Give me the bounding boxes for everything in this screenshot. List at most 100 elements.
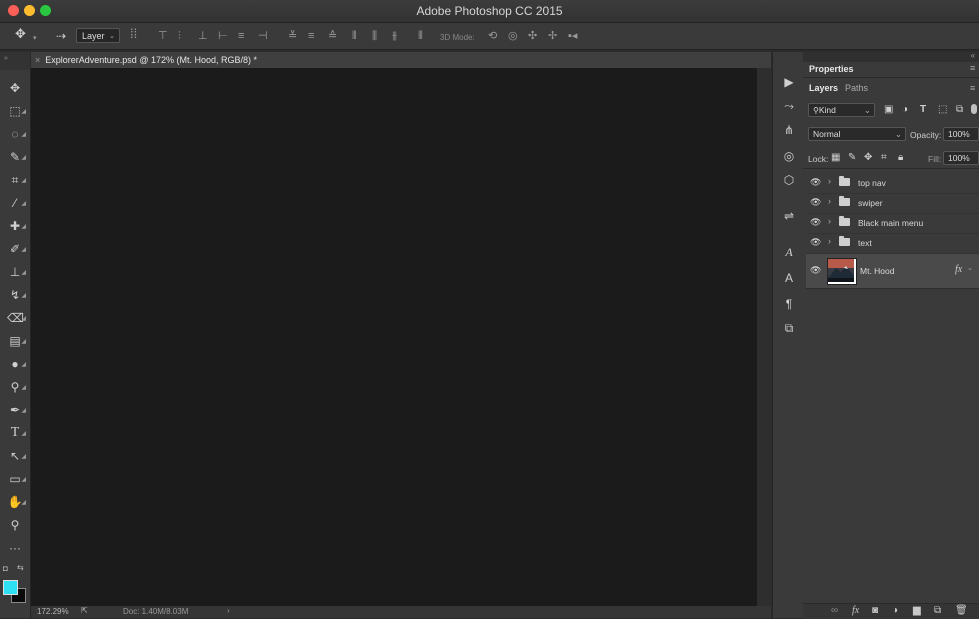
- properties-menu-icon[interactable]: ≡: [970, 63, 975, 73]
- layer-row-mt-hood[interactable]: 👁︎ Mt. Hood fx ⌄: [806, 254, 979, 289]
- collapse-panels-icon[interactable]: «: [971, 51, 975, 60]
- layers-menu-icon[interactable]: ≡: [970, 83, 975, 93]
- distribute-bottom-icon[interactable]: ≙: [328, 29, 337, 43]
- libraries-icon[interactable]: ◎: [781, 148, 797, 164]
- layer-row-text[interactable]: 👁︎ › text: [806, 233, 979, 254]
- visibility-eye-icon[interactable]: 👁︎: [810, 177, 821, 188]
- expand-group-chevron-icon[interactable]: ›: [828, 196, 831, 206]
- new-group-folder-icon[interactable]: ▆: [913, 605, 921, 616]
- vertical-scrollbar[interactable]: [757, 68, 771, 608]
- lock-pixels-icon[interactable]: ✎: [848, 152, 856, 164]
- distribute-right-icon[interactable]: ⫵: [392, 29, 397, 43]
- align-vcenter-icon[interactable]: ⫶: [178, 29, 181, 43]
- 3d-icon[interactable]: ⬡: [781, 172, 797, 188]
- eyedropper-tool-button[interactable]: ⁄ ◢: [7, 195, 26, 211]
- healing-brush-tool-button[interactable]: ✚ ◢: [7, 218, 26, 234]
- align-bottom-icon[interactable]: ⊥: [198, 29, 208, 43]
- zoom-tool-button[interactable]: ⚲: [7, 517, 23, 533]
- visibility-eye-icon[interactable]: 👁︎: [810, 265, 821, 276]
- path-select-tool-button[interactable]: ↖ ◢: [7, 448, 26, 464]
- new-adjustment-layer-icon[interactable]: ◑: [892, 605, 898, 616]
- dodge-tool-button[interactable]: ⚲ ◢: [7, 379, 26, 395]
- swap-colors-icon[interactable]: ⇆: [17, 563, 24, 572]
- paths-tab[interactable]: Paths: [845, 83, 868, 93]
- export-icon[interactable]: ⇱: [81, 606, 88, 615]
- status-menu-chevron-icon[interactable]: ›: [227, 606, 230, 615]
- 3d-scale-icon[interactable]: ▪◂: [568, 29, 577, 43]
- delete-layer-trash-icon[interactable]: 🗑︎: [955, 605, 968, 616]
- distribute-hcenter-icon[interactable]: ⫼: [372, 29, 377, 43]
- type-tool-button[interactable]: T ◢: [7, 425, 26, 441]
- add-mask-icon[interactable]: ◙: [872, 605, 878, 616]
- align-left-icon[interactable]: ⊢: [218, 29, 228, 43]
- toolbox-header[interactable]: »: [0, 52, 30, 70]
- lock-position-icon[interactable]: ✥: [864, 152, 872, 164]
- layer-row-black-main-menu[interactable]: 👁︎ › Black main menu: [806, 213, 979, 234]
- document-tab[interactable]: × ExplorerAdventure.psd @ 172% (Mt. Hood,…: [35, 52, 257, 68]
- stamp-tool-button[interactable]: ⊥ ◢: [7, 264, 26, 280]
- actions-play-icon[interactable]: ▶: [781, 74, 797, 90]
- lock-transparent-icon[interactable]: ▦: [831, 152, 840, 164]
- quick-select-tool-button[interactable]: ✎ ◢: [7, 149, 26, 165]
- new-layer-icon[interactable]: ⧉: [934, 605, 941, 616]
- opacity-field[interactable]: 100%: [943, 127, 979, 141]
- close-document-icon[interactable]: ×: [35, 55, 40, 65]
- visibility-eye-icon[interactable]: 👁︎: [810, 237, 821, 248]
- filter-pixel-icon[interactable]: ▣: [884, 104, 893, 116]
- filter-type-icon[interactable]: T: [920, 104, 926, 116]
- brush-presets-icon[interactable]: ⋔: [781, 122, 797, 138]
- expand-group-chevron-icon[interactable]: ›: [828, 176, 831, 186]
- effects-expand-chevron-icon[interactable]: ⌄: [967, 264, 973, 272]
- filter-adjustment-icon[interactable]: ◑: [902, 104, 908, 116]
- pen-tool-button[interactable]: ✒ ◢: [7, 402, 26, 418]
- hand-tool-button[interactable]: ✋ ◢: [7, 494, 26, 510]
- lasso-tool-button[interactable]: ◌ ◢: [7, 126, 26, 142]
- move-tool-button[interactable]: ✥: [7, 80, 23, 96]
- fill-field[interactable]: 100%: [943, 151, 979, 165]
- link-layers-icon[interactable]: ∞: [831, 605, 838, 616]
- gradient-tool-button[interactable]: ▤ ◢: [7, 333, 26, 349]
- glyphs-icon[interactable]: ⧉: [781, 320, 797, 336]
- add-layer-style-icon[interactable]: fx: [852, 605, 859, 616]
- layer-row-swiper[interactable]: 👁︎ › swiper: [806, 193, 979, 214]
- align-right-icon[interactable]: ⊣: [258, 29, 268, 43]
- transform-controls-icon[interactable]: ⁞⁞: [130, 27, 137, 41]
- layers-tab[interactable]: Layers: [809, 83, 838, 93]
- auto-select-target-dropdown[interactable]: Layer ⌄: [76, 28, 120, 43]
- align-hcenter-icon[interactable]: ≡: [238, 29, 244, 43]
- more-tools-button[interactable]: ···: [7, 540, 23, 556]
- properties-tab[interactable]: Properties: [809, 64, 854, 74]
- 3d-pan-icon[interactable]: ✣: [528, 29, 537, 43]
- layer-row-top-nav[interactable]: 👁︎ › top nav: [806, 173, 979, 194]
- brush-tool-button[interactable]: ✐ ◢: [7, 241, 26, 257]
- tool-preset-chevron-icon[interactable]: ▾: [33, 32, 37, 46]
- filter-shape-icon[interactable]: ⬚: [938, 104, 947, 116]
- canvas-area[interactable]: [31, 68, 757, 608]
- auto-align-icon[interactable]: ⦀: [418, 29, 423, 43]
- collapse-toolbox-icon[interactable]: »: [4, 55, 8, 62]
- layer-effects-fx-icon[interactable]: fx: [955, 264, 962, 275]
- 3d-slide-icon[interactable]: ✢: [548, 29, 557, 43]
- blend-mode-dropdown[interactable]: Normal ⌄: [808, 127, 906, 141]
- layer-filter-kind-dropdown[interactable]: ⚲Kind ⌄: [808, 103, 875, 117]
- move-tool-icon[interactable]: ✥: [15, 27, 26, 41]
- distribute-top-icon[interactable]: ≚: [288, 29, 297, 43]
- expand-group-chevron-icon[interactable]: ›: [828, 236, 831, 246]
- rectangle-tool-button[interactable]: ▭ ◢: [7, 471, 26, 487]
- align-top-icon[interactable]: ⊤: [158, 29, 168, 43]
- visibility-eye-icon[interactable]: 👁︎: [810, 197, 821, 208]
- marquee-tool-button[interactable]: ⬚ ◢: [7, 103, 26, 119]
- paragraph-icon[interactable]: ¶: [781, 296, 797, 312]
- default-colors-icon[interactable]: ◘: [3, 564, 8, 573]
- filter-toggle[interactable]: [971, 104, 977, 114]
- lock-all-icon[interactable]: 🔒︎: [898, 152, 903, 164]
- eraser-tool-button[interactable]: ⌫ ◢: [7, 310, 26, 326]
- character-styles-icon[interactable]: A: [781, 244, 797, 260]
- visibility-eye-icon[interactable]: 👁︎: [810, 217, 821, 228]
- crop-tool-button[interactable]: ⌗ ◢: [7, 172, 26, 188]
- history-icon[interactable]: ⤳: [781, 98, 797, 114]
- character-icon[interactable]: A: [781, 270, 797, 286]
- foreground-color-swatch[interactable]: [3, 580, 18, 595]
- zoom-level[interactable]: 172.29%: [37, 607, 69, 616]
- blur-tool-button[interactable]: ● ◢: [7, 356, 26, 372]
